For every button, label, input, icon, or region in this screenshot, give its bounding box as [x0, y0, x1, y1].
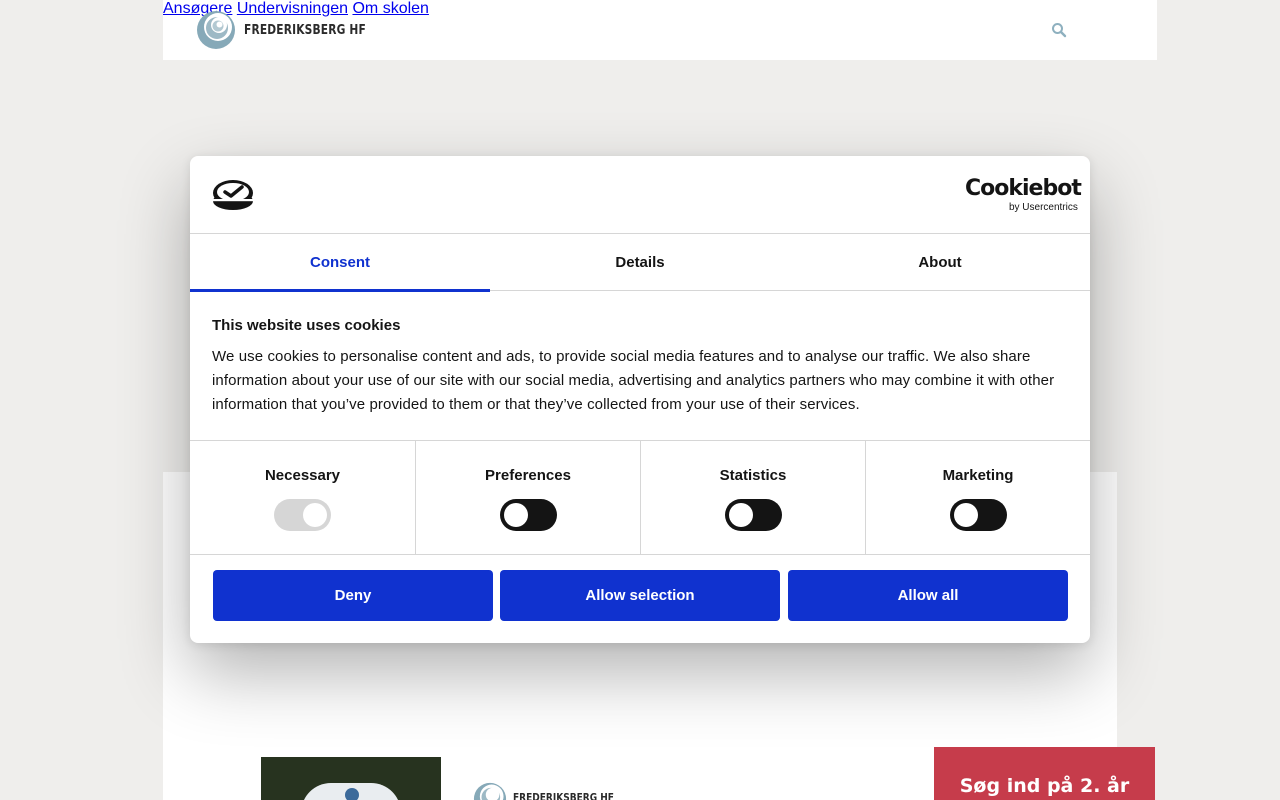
cap-badge: [345, 788, 359, 800]
deny-button[interactable]: Deny: [213, 570, 493, 621]
toggle-knob: [729, 503, 753, 527]
cookie-consent-dialog: Cookiebot by Usercentrics Consent Detail…: [190, 156, 1090, 643]
logo-text: FREDERIKSBERG HF: [244, 22, 366, 38]
cookiebot-mark-icon: [213, 180, 253, 210]
consent-categories: Necessary Preferences Statistics Marketi…: [190, 440, 1090, 555]
category-marketing: Marketing: [865, 441, 1090, 555]
cookiebot-brand: Cookiebot: [965, 176, 1082, 201]
swirl-logo-icon: [473, 782, 507, 800]
category-statistics: Statistics: [640, 441, 865, 555]
tab-consent[interactable]: Consent: [190, 234, 490, 292]
statistics-toggle[interactable]: [725, 499, 782, 531]
allow-selection-button[interactable]: Allow selection: [500, 570, 780, 621]
footer-logo-text: FREDERIKSBERG HF: [513, 791, 614, 800]
footer-logo[interactable]: FREDERIKSBERG HF: [473, 781, 636, 800]
search-icon[interactable]: [1051, 22, 1067, 38]
allow-all-button[interactable]: Allow all: [788, 570, 1068, 621]
student-cap-photo: [261, 757, 441, 800]
dialog-title: This website uses cookies: [212, 317, 401, 334]
dialog-tabs: Consent Details About: [190, 234, 1090, 292]
preferences-toggle[interactable]: [500, 499, 557, 531]
cookiebot-logo[interactable]: Cookiebot by Usercentrics: [965, 176, 1082, 214]
toggle-knob: [303, 503, 327, 527]
necessary-toggle: [274, 499, 331, 531]
cookiebot-brand-sub: by Usercentrics: [1008, 202, 1078, 213]
category-label: Marketing: [942, 467, 1014, 484]
category-necessary: Necessary: [190, 441, 415, 555]
category-label: Preferences: [485, 467, 571, 484]
tab-about[interactable]: About: [790, 234, 1090, 291]
toggle-knob: [504, 503, 528, 527]
category-preferences: Preferences: [415, 441, 640, 555]
category-label: Necessary: [264, 467, 341, 484]
marketing-toggle[interactable]: [950, 499, 1007, 531]
dialog-description: We use cookies to personalise content an…: [212, 348, 1055, 413]
dialog-header: Cookiebot by Usercentrics: [190, 156, 1090, 234]
toggle-knob: [954, 503, 978, 527]
swirl-logo-icon: [197, 11, 235, 49]
site-logo[interactable]: FREDERIKSBERG HF: [196, 10, 393, 50]
apply-second-year-button[interactable]: Søg ind på 2. år: [934, 747, 1155, 800]
category-label: Statistics: [719, 467, 787, 484]
site-header: FREDERIKSBERG HF Ansøgere Undervisningen…: [163, 0, 1157, 60]
tab-details[interactable]: Details: [490, 234, 790, 291]
